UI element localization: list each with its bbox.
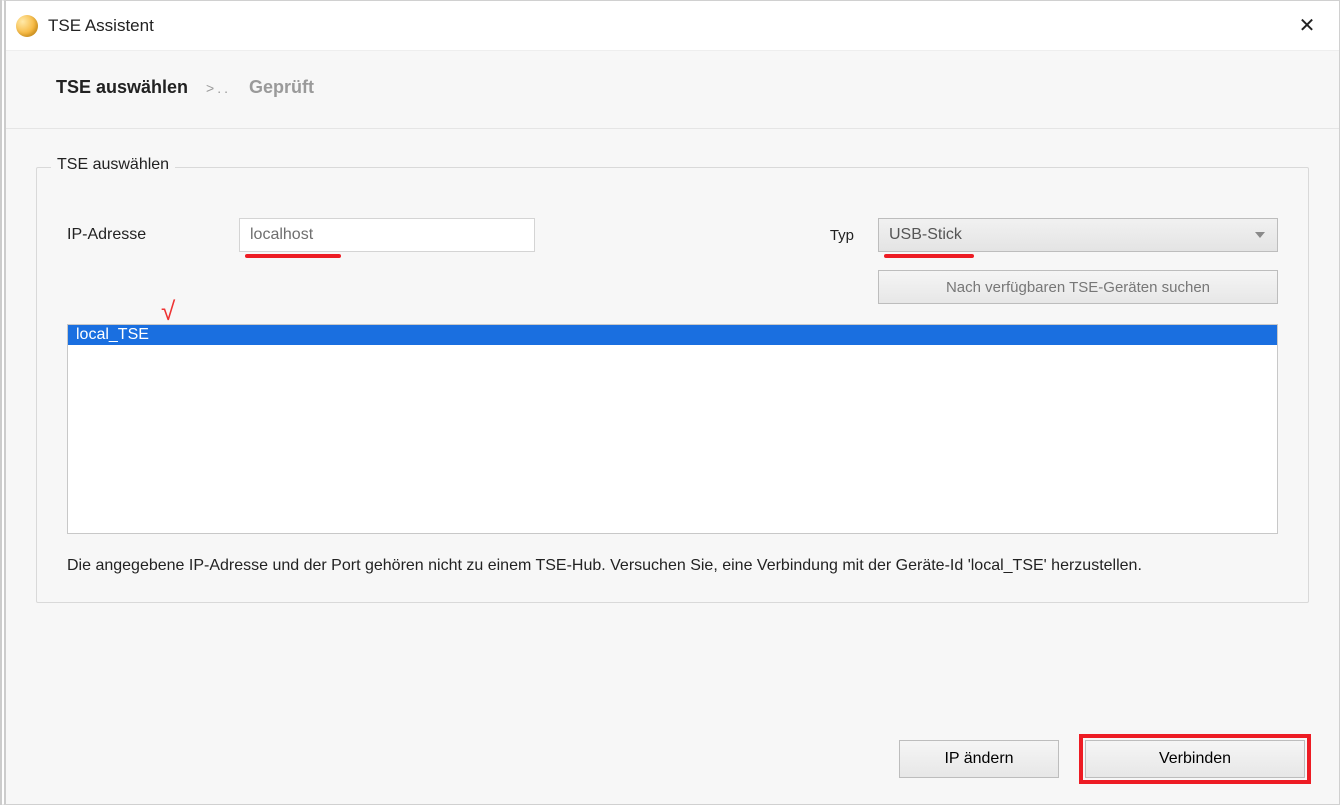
ip-aendern-button[interactable]: IP ändern — [899, 740, 1059, 778]
verbinden-button[interactable]: Verbinden — [1085, 740, 1305, 778]
close-icon[interactable]: ✕ — [1289, 13, 1325, 38]
typ-select-value: USB-Stick — [889, 226, 962, 244]
checkmark-icon: √ — [161, 296, 175, 327]
step-separator-icon: >.. — [206, 80, 231, 96]
dialog-body: TSE auswählen IP-Adresse Typ USB-Stick — [6, 129, 1339, 804]
wizard-steps: TSE auswählen >.. Geprüft — [6, 51, 1339, 129]
device-listbox[interactable]: local_TSE — [67, 324, 1278, 534]
device-list-wrap: √ local_TSE — [67, 324, 1278, 534]
tse-assistent-window: TSE Assistent ✕ TSE auswählen >.. Geprüf… — [0, 0, 1340, 805]
group-title: TSE auswählen — [51, 156, 175, 174]
annotation-underline-icon — [884, 254, 974, 258]
typ-select-wrap: USB-Stick — [878, 218, 1278, 252]
title-bar: TSE Assistent ✕ — [6, 1, 1339, 51]
typ-select[interactable]: USB-Stick — [878, 218, 1278, 252]
ip-adresse-label: IP-Adresse — [67, 226, 207, 244]
annotation-underline-icon — [245, 254, 341, 258]
search-tse-devices-button[interactable]: Nach verfügbaren TSE-Geräten suchen — [878, 270, 1278, 304]
typ-block: Typ USB-Stick — [830, 218, 1278, 252]
tse-auswaehlen-group: TSE auswählen IP-Adresse Typ USB-Stick — [36, 167, 1309, 603]
window-title: TSE Assistent — [48, 16, 1289, 36]
typ-label: Typ — [830, 227, 854, 244]
step-geprueft: Geprüft — [249, 77, 314, 98]
ip-input-wrap — [239, 218, 535, 252]
app-icon — [16, 15, 38, 37]
form-row: IP-Adresse Typ USB-Stick — [67, 218, 1278, 252]
step-tse-auswaehlen[interactable]: TSE auswählen — [56, 77, 188, 98]
list-item[interactable]: local_TSE — [68, 325, 1277, 345]
dialog-footer: IP ändern Verbinden — [36, 720, 1309, 784]
ip-adresse-input[interactable] — [239, 218, 535, 252]
status-message: Die angegebene IP-Adresse und der Port g… — [67, 554, 1278, 578]
